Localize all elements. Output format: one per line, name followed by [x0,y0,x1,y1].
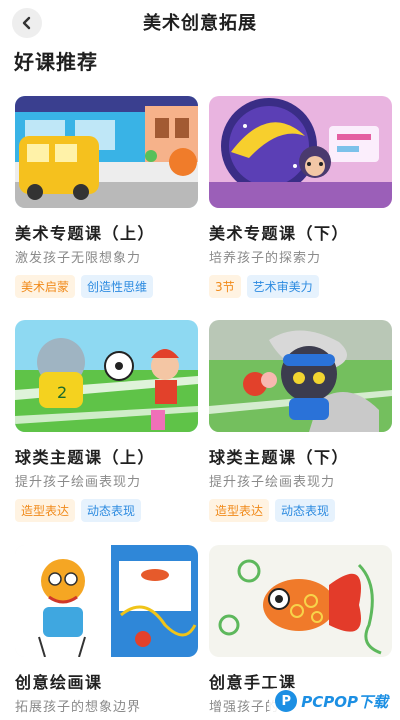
course-subtitle: 激发孩子无限想象力 [15,251,142,266]
course-tags: 美术启蒙 创造性思维 [15,275,198,298]
course-thumbnail [209,545,392,657]
section-title: 好课推荐 [14,50,98,74]
course-card[interactable]: 美术专题课（上） 激发孩子无限想象力 美术启蒙 创造性思维 [15,96,198,298]
course-title: 球类主题课（上） [15,448,156,467]
course-card[interactable]: 球类主题课（下） 提升孩子绘画表现力 造型表达 动态表现 [209,320,392,522]
course-title: 创意绘画课 [15,673,103,692]
course-thumbnail [15,96,198,208]
course-card[interactable]: 创意绘画课 拓展孩子的想象边界 [15,545,198,715]
course-title: 美术专题课（下） [209,224,350,243]
watermark-logo-icon: P [275,690,298,712]
course-card[interactable]: 2 球类主题课（上） 提升孩子绘画表现力 造型表达 动态表现 [15,320,198,522]
course-thumbnail [209,96,392,208]
course-tag: 创造性思维 [81,275,154,298]
course-tag: 造型表达 [209,499,270,522]
svg-text:2: 2 [57,383,67,402]
course-tag: 美术启蒙 [15,275,76,298]
course-title: 美术专题课（上） [15,224,156,243]
course-subtitle: 拓展孩子的想象边界 [15,700,142,715]
watermark: P PCPOP下载 [269,688,394,714]
course-thumbnail: 2 [15,320,198,432]
course-tag: 造型表达 [15,499,76,522]
watermark-text: PCPOP下载 [301,692,388,711]
course-subtitle: 培养孩子的探索力 [209,251,322,266]
course-tag: 动态表现 [275,499,336,522]
course-tags: 造型表达 动态表现 [209,499,392,522]
page-title: 美术创意拓展 [143,13,257,34]
course-tags: 造型表达 动态表现 [15,499,198,522]
course-title: 球类主题课（下） [209,448,350,467]
course-tag: 艺术审美力 [246,275,319,298]
course-thumbnail [15,545,198,657]
course-subtitle: 提升孩子绘画表现力 [15,475,142,490]
course-tag: 3节 [209,275,241,298]
course-tags: 3节 艺术审美力 [209,275,392,298]
header-bar: 美术创意拓展 [0,0,400,44]
course-subtitle: 提升孩子绘画表现力 [209,475,336,490]
course-thumbnail [209,320,392,432]
course-tag: 动态表现 [81,499,142,522]
course-card[interactable]: 美术专题课（下） 培养孩子的探索力 3节 艺术审美力 [209,96,392,298]
